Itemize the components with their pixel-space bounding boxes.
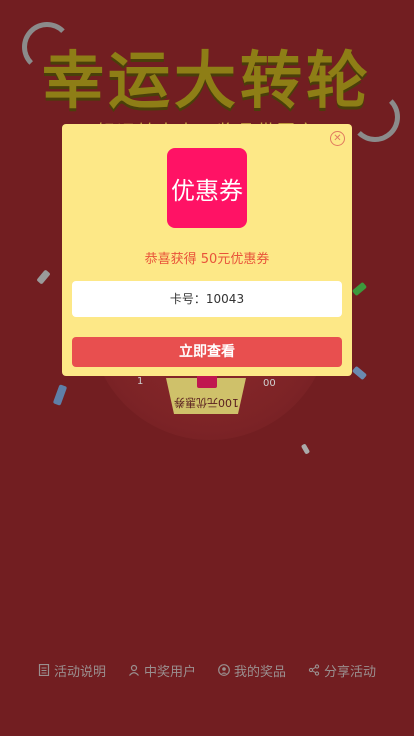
nav-label: 分享活动 bbox=[324, 664, 377, 680]
nav-label: 中奖用户 bbox=[143, 664, 196, 680]
bottom-nav: 活动说明 中奖用户 我的奖品 分享活动 bbox=[0, 660, 414, 680]
user-circle-icon bbox=[218, 664, 230, 676]
nav-my-prizes[interactable]: 我的奖品 bbox=[218, 660, 286, 680]
prize-image-text: 优惠券 bbox=[171, 176, 243, 205]
nav-activity-rules[interactable]: 活动说明 bbox=[38, 660, 106, 680]
share-icon bbox=[308, 664, 320, 676]
view-now-button[interactable]: 立即查看 bbox=[72, 337, 342, 367]
nav-label: 活动说明 bbox=[53, 664, 106, 680]
user-icon bbox=[129, 664, 139, 676]
prize-modal: ✕ 优惠券 恭喜获得 50元优惠券 卡号：10043 立即查看 bbox=[62, 124, 352, 376]
prize-message: 恭喜获得 50元优惠券 bbox=[144, 252, 270, 267]
nav-share[interactable]: 分享活动 bbox=[308, 660, 376, 680]
document-icon bbox=[38, 664, 50, 676]
prize-image: 优惠券 bbox=[167, 148, 247, 228]
nav-label: 我的奖品 bbox=[234, 664, 287, 680]
card-number-field: 卡号：10043 bbox=[72, 281, 342, 317]
nav-winners[interactable]: 中奖用户 bbox=[128, 660, 196, 680]
close-icon[interactable]: ✕ bbox=[330, 131, 345, 146]
